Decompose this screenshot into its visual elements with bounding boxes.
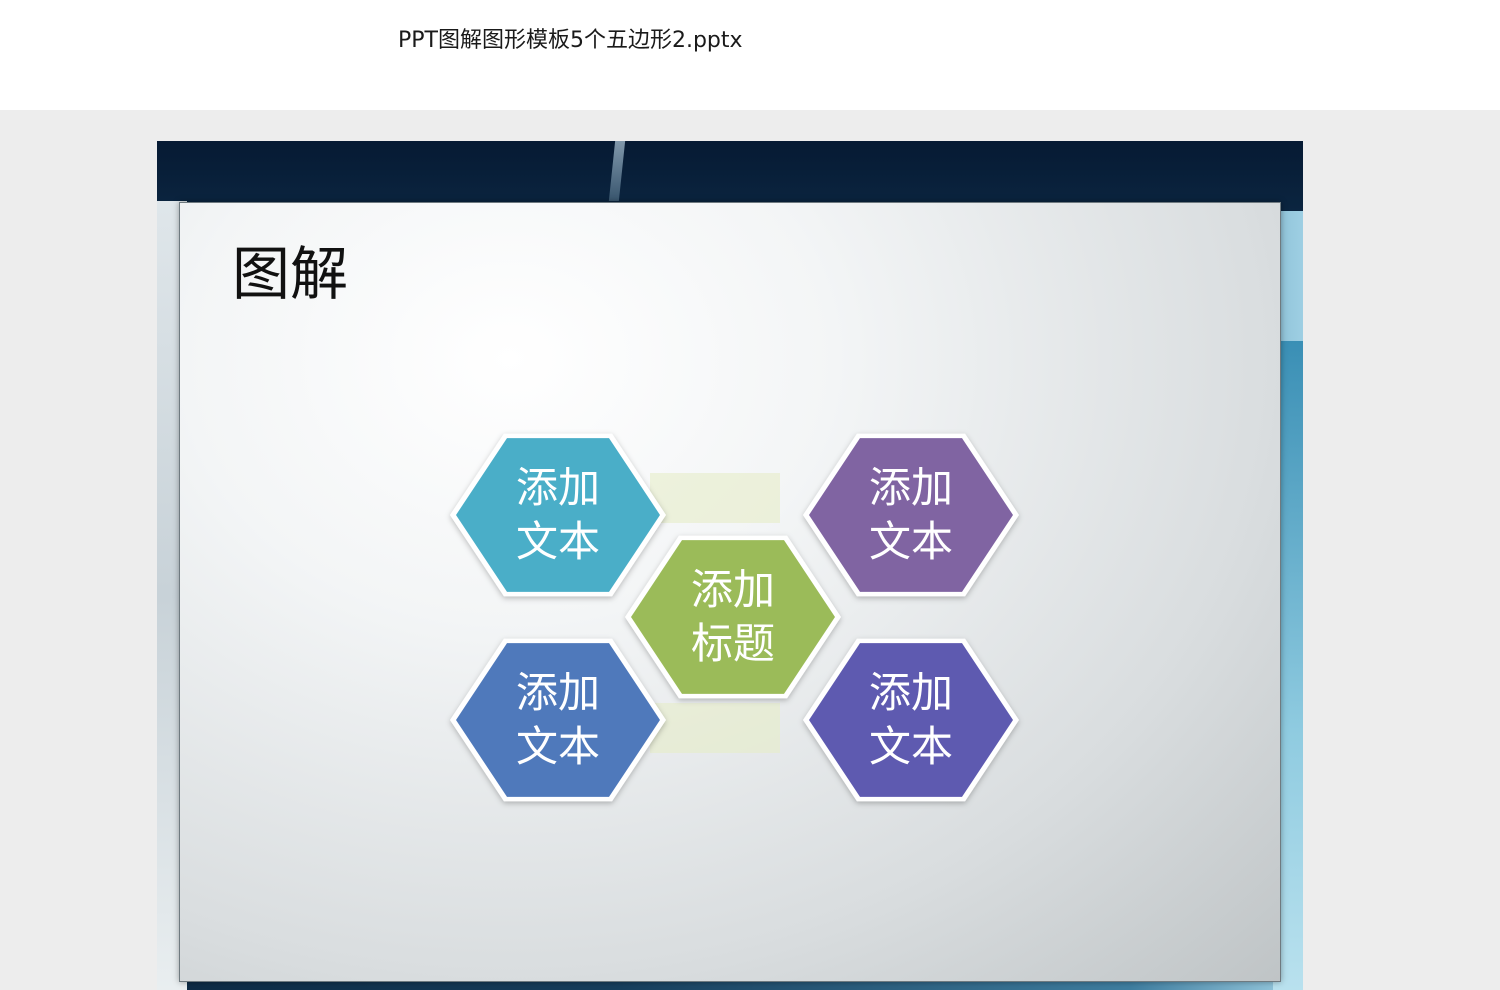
hexagon-top-right-text[interactable]: 添加 文本 bbox=[821, 461, 1001, 569]
connector-glow-top bbox=[650, 473, 780, 523]
hexagon-top-left-text[interactable]: 添加 文本 bbox=[468, 461, 648, 569]
document-title: PPT图解图形模板5个五边形2.pptx bbox=[398, 28, 743, 53]
slide[interactable]: 图解 添加 文本 添加 标题 添加 文本 添加 文本 添加 文本 bbox=[157, 141, 1303, 990]
hexagon-bottom-left-text[interactable]: 添加 文本 bbox=[468, 666, 648, 774]
connector-glow-bottom bbox=[650, 703, 780, 753]
title-bar: PPT图解图形模板5个五边形2.pptx bbox=[0, 0, 1500, 110]
slide-background-top bbox=[157, 141, 1303, 211]
hexagon-center-text[interactable]: 添加 标题 bbox=[643, 563, 823, 671]
slide-content-panel: 图解 添加 文本 添加 标题 添加 文本 添加 文本 添加 文本 bbox=[179, 202, 1281, 982]
hexagon-bottom-right-text[interactable]: 添加 文本 bbox=[821, 666, 1001, 774]
